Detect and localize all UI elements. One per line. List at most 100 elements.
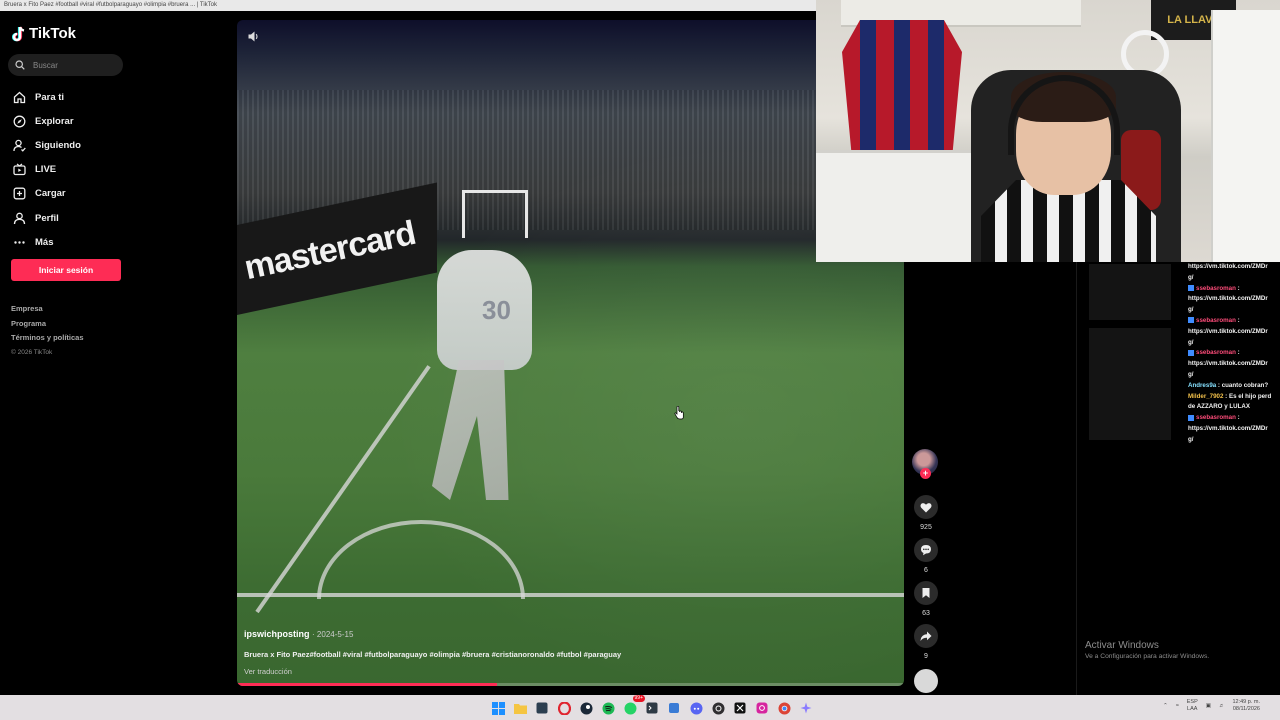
chrome-icon[interactable] bbox=[776, 700, 792, 716]
save-count: 63 bbox=[922, 610, 930, 617]
speaker-icon bbox=[248, 31, 258, 42]
share-count: 9 bbox=[924, 653, 928, 660]
share-arrow-icon bbox=[920, 631, 932, 641]
panel-divider bbox=[1076, 262, 1077, 695]
chat-text: https://vm.tiktok.com/ZMDr bbox=[1188, 263, 1268, 270]
steam-icon[interactable] bbox=[578, 700, 594, 716]
chat-text: cuanto cobran? bbox=[1221, 381, 1269, 389]
action-bar: + 925 6 63 9 bbox=[912, 449, 940, 693]
chat-message-cont: g/ bbox=[1188, 370, 1194, 378]
network-icon[interactable]: ▣ bbox=[1206, 703, 1211, 709]
capcut-icon[interactable] bbox=[732, 700, 748, 716]
heart-icon bbox=[920, 502, 932, 512]
footer-link-empresa[interactable]: Empresa bbox=[11, 302, 84, 317]
post-date: · 2024-5-15 bbox=[312, 630, 354, 639]
chat-message: Milder_7902 : Es el hijo perd bbox=[1188, 392, 1272, 400]
logo-text: TikTok bbox=[29, 25, 76, 42]
obs-icon[interactable] bbox=[710, 700, 726, 716]
creator-avatar[interactable]: + bbox=[912, 449, 938, 479]
user-badge-icon bbox=[1188, 317, 1194, 324]
clock-time: 12:49 p. m. bbox=[1232, 699, 1260, 705]
taskbar-apps: 99+ bbox=[490, 695, 814, 716]
notification-badge: 99+ bbox=[632, 695, 645, 702]
save-button[interactable] bbox=[914, 581, 938, 605]
user-badge-icon bbox=[1188, 414, 1194, 421]
thumbnail-placeholder bbox=[1089, 264, 1171, 320]
author-name[interactable]: ipswichposting bbox=[244, 629, 310, 639]
language-indicator[interactable]: ESP LAA bbox=[1187, 699, 1198, 713]
stream-chat: https://vm.tiktok.com/ZMDr g/ ssebasroma… bbox=[1188, 262, 1280, 446]
sidebar-item-live[interactable]: LIVE bbox=[12, 158, 81, 182]
follow-plus-icon[interactable]: + bbox=[920, 468, 931, 479]
file-explorer-icon[interactable] bbox=[512, 700, 528, 716]
chat-username: Andres9a bbox=[1188, 381, 1217, 389]
window-title: Bruera x Fito Paez #football #viral #fut… bbox=[4, 2, 218, 8]
volume-button[interactable] bbox=[247, 30, 260, 48]
like-button[interactable] bbox=[914, 495, 938, 519]
terminal-icon[interactable] bbox=[644, 700, 660, 716]
player-shirt-number: 30 bbox=[482, 295, 511, 325]
chat-message: ssebasroman : bbox=[1188, 284, 1280, 295]
chat-message-cont: g/ bbox=[1188, 306, 1194, 314]
chat-message-cont: g/ bbox=[1188, 273, 1194, 281]
watermark-title: Activar Windows bbox=[1085, 640, 1159, 651]
video-progress-bar[interactable] bbox=[237, 683, 904, 686]
spotify-icon[interactable] bbox=[600, 700, 616, 716]
footer-link-programa[interactable]: Programa bbox=[11, 317, 84, 332]
user-badge-icon bbox=[1188, 349, 1194, 356]
sidebar: TikTok Para ti Explorar Siguiendo bbox=[0, 11, 140, 695]
login-button[interactable]: Iniciar sesión bbox=[11, 259, 121, 281]
share-button[interactable] bbox=[914, 624, 938, 648]
music-disc-icon[interactable] bbox=[914, 669, 938, 693]
tiktok-note-icon bbox=[11, 26, 26, 42]
comment-button[interactable] bbox=[914, 538, 938, 562]
sidebar-item-explorar[interactable]: Explorar bbox=[12, 109, 81, 133]
discord-icon[interactable] bbox=[688, 700, 704, 716]
chat-text: https://vm.tiktok.com/ZMDr bbox=[1188, 360, 1268, 368]
see-translation-link[interactable]: Ver traducción bbox=[244, 667, 864, 676]
opera-browser-icon[interactable] bbox=[556, 700, 572, 716]
chat-text: https://vm.tiktok.com/ZMDr bbox=[1188, 327, 1268, 335]
more-dots-icon bbox=[12, 235, 26, 249]
video-description: Bruera x Fito Paez#football #viral #futb… bbox=[244, 650, 622, 659]
clock-date: 08/11/2026 bbox=[1232, 706, 1260, 712]
copyright-text: © 2026 TikTok bbox=[11, 348, 53, 356]
comment-bubble-icon bbox=[921, 545, 931, 556]
chat-username: Milder_7902 bbox=[1188, 392, 1224, 400]
chat-thumbnails bbox=[1089, 264, 1171, 448]
fridge bbox=[1211, 10, 1280, 262]
sidebar-item-para-ti[interactable]: Para ti bbox=[12, 85, 81, 109]
chat-message: ssebasroman : bbox=[1188, 348, 1280, 359]
sidebar-item-cargar[interactable]: Cargar bbox=[12, 182, 81, 206]
search-input[interactable] bbox=[31, 59, 115, 71]
wifi-icon[interactable]: ≈ bbox=[1176, 703, 1179, 709]
tray-expand-icon[interactable]: ⌃ bbox=[1163, 703, 1168, 709]
chat-message: ssebasroman : bbox=[1188, 316, 1280, 327]
sidebar-item-mas[interactable]: Más bbox=[12, 230, 81, 254]
sidebar-item-label: Para ti bbox=[35, 91, 65, 103]
chat-username: ssebasroman bbox=[1196, 316, 1236, 324]
footer-link-terminos[interactable]: Términos y políticas bbox=[11, 331, 84, 346]
search-box[interactable] bbox=[8, 54, 123, 76]
video-caption: ipswichposting · 2024-5-15 Bruera x Fito… bbox=[244, 629, 864, 676]
sidebar-item-perfil[interactable]: Perfil bbox=[12, 206, 81, 230]
volume-tray-icon[interactable]: ♬ bbox=[1219, 703, 1225, 709]
clock[interactable]: 12:49 p. m. 08/11/2026 bbox=[1232, 699, 1260, 713]
sparkle-app-icon[interactable] bbox=[798, 700, 814, 716]
sidebar-item-label: LIVE bbox=[35, 164, 57, 176]
tiktok-logo[interactable]: TikTok bbox=[11, 25, 76, 42]
whatsapp-icon[interactable]: 99+ bbox=[622, 695, 645, 716]
generic-app-icon[interactable] bbox=[666, 700, 682, 716]
video-player[interactable]: mastercard 30 ipswichposting · 2024-5-15… bbox=[237, 20, 904, 686]
taskbar-window-icon[interactable] bbox=[534, 700, 550, 716]
webcam-overlay: LA LLAVE bbox=[816, 0, 1280, 262]
sidebar-item-label: Siguiendo bbox=[35, 139, 81, 151]
mouse-cursor-icon bbox=[674, 405, 684, 425]
sidebar-item-siguiendo[interactable]: Siguiendo bbox=[12, 133, 81, 157]
windows-start-icon[interactable] bbox=[490, 700, 506, 716]
instagram-icon[interactable] bbox=[754, 700, 770, 716]
user-follow-icon bbox=[12, 138, 26, 152]
chat-message-cont: g/ bbox=[1188, 338, 1194, 346]
windows-taskbar: 99+ ⌃ ≈ ESP LAA ▣ ♬ 12:49 p. m. 08/11/20… bbox=[0, 695, 1280, 720]
watermark-subtitle: Ve a Configuración para activar Windows. bbox=[1085, 653, 1210, 660]
